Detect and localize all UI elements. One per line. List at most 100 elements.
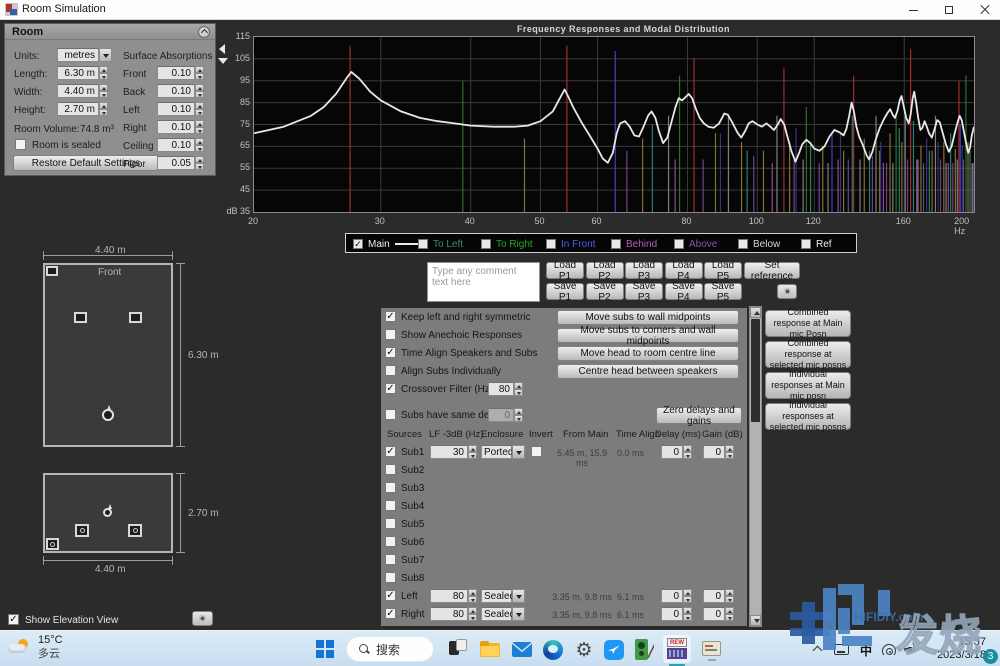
spin-up-icon[interactable] <box>683 607 692 614</box>
minimize-button[interactable] <box>896 0 930 20</box>
option-checkbox-align-subs-individually[interactable] <box>385 365 396 376</box>
source-checkbox-left[interactable]: ✓ <box>385 590 396 601</box>
tray-chevron-up-icon[interactable] <box>813 646 823 656</box>
spin-down-icon[interactable] <box>725 614 734 621</box>
spin-down-icon[interactable] <box>683 614 692 621</box>
source-checkbox-sub2[interactable] <box>385 464 396 475</box>
elevation-left-speaker-icon[interactable] <box>75 524 89 537</box>
legend-item-below[interactable]: Below <box>738 238 780 250</box>
absorption-right[interactable]: 0.10 <box>157 120 195 134</box>
units-dropdown-icon[interactable] <box>99 48 112 62</box>
frequency-response-chart[interactable] <box>253 36 975 213</box>
spin-up-icon[interactable] <box>683 589 692 596</box>
option-value[interactable]: 0 <box>488 408 514 422</box>
messenger-icon[interactable] <box>602 638 626 662</box>
response-button-2[interactable]: Individual responses at Main mic posn <box>765 372 851 399</box>
room-field-width[interactable]: 4.40 m <box>57 84 99 98</box>
legend-checkbox[interactable] <box>418 239 428 249</box>
spin-up-icon[interactable] <box>195 102 204 109</box>
source-enclosure-arrow-icon[interactable] <box>512 589 525 603</box>
spin-down-icon[interactable] <box>468 452 477 459</box>
source-delay[interactable]: 0 <box>661 445 683 459</box>
spin-down-icon[interactable] <box>99 91 108 98</box>
absorption-front-spinner[interactable] <box>195 66 204 80</box>
option-checkbox-time-align-speakers-and-subs[interactable]: ✓ <box>385 347 396 358</box>
source-checkbox-sub7[interactable] <box>385 554 396 565</box>
search-box[interactable]: 搜索 <box>346 636 434 662</box>
right-speaker-icon[interactable] <box>129 312 142 323</box>
source-enclosure-arrow-icon[interactable] <box>512 607 525 621</box>
save-preset-button[interactable]: Save P2 <box>586 283 624 300</box>
option-checkbox-keep-left-and-right-symmetric[interactable]: ✓ <box>385 311 396 322</box>
room-field-height-spinner[interactable] <box>99 102 108 116</box>
spin-up-icon[interactable] <box>99 66 108 73</box>
source-checkbox-right[interactable]: ✓ <box>385 608 396 619</box>
source-gain-spinner[interactable] <box>725 445 734 459</box>
move-button[interactable]: Centre head between speakers <box>557 364 739 379</box>
absorption-back[interactable]: 0.10 <box>157 84 195 98</box>
source-lf-spinner[interactable] <box>468 589 477 603</box>
spin-down-icon[interactable] <box>725 452 734 459</box>
legend-item-to-right[interactable]: To Right <box>481 238 533 250</box>
spin-up-icon[interactable] <box>468 589 477 596</box>
source-lf-spinner[interactable] <box>468 607 477 621</box>
comment-input[interactable] <box>427 262 540 302</box>
start-button[interactable] <box>316 640 334 658</box>
spin-down-icon[interactable] <box>683 452 692 459</box>
spin-up-icon[interactable] <box>99 84 108 91</box>
source-delay-spinner[interactable] <box>683 445 692 459</box>
source-enclosure[interactable]: Sealed <box>481 589 512 603</box>
absorption-front[interactable]: 0.10 <box>157 66 195 80</box>
save-preset-button[interactable]: Save P4 <box>665 283 703 300</box>
source-enclosure[interactable]: Ported <box>481 445 512 459</box>
legend-checkbox[interactable] <box>674 239 684 249</box>
absorption-right-spinner[interactable] <box>195 120 204 134</box>
spin-up-icon[interactable] <box>725 589 734 596</box>
legend-item-main[interactable]: ✓Main <box>353 238 425 250</box>
elevation-sub-icon[interactable] <box>46 538 59 550</box>
legend-item-above[interactable]: Above <box>674 238 717 250</box>
load-preset-button[interactable]: Load P1 <box>546 262 584 279</box>
spin-up-icon[interactable] <box>468 607 477 614</box>
sub1-icon[interactable] <box>46 266 58 276</box>
left-speaker-icon[interactable] <box>74 312 87 323</box>
response-button-0[interactable]: Combined response at Main mic Posn <box>765 310 851 337</box>
absorption-left[interactable]: 0.10 <box>157 102 195 116</box>
option-checkbox-crossover-filter-hz-[interactable]: ✓ <box>385 383 396 394</box>
source-delay[interactable]: 0 <box>661 607 683 621</box>
spin-up-icon[interactable] <box>725 445 734 452</box>
spin-up-icon[interactable] <box>99 102 108 109</box>
source-gain[interactable]: 0 <box>703 589 725 603</box>
clock[interactable]: 15:37 2023/3/18 <box>937 636 986 662</box>
option-value[interactable]: 80 <box>488 382 514 396</box>
legend-checkbox[interactable] <box>611 239 621 249</box>
room-field-length[interactable]: 6.30 m <box>57 66 99 80</box>
source-lf-spinner[interactable] <box>468 445 477 459</box>
chart-camera-icon[interactable] <box>777 284 797 299</box>
diagram-camera-icon[interactable] <box>192 611 213 626</box>
source-delay[interactable]: 0 <box>661 589 683 603</box>
source-gain-spinner[interactable] <box>725 607 734 621</box>
load-preset-button[interactable]: Load P2 <box>586 262 624 279</box>
notification-badge[interactable]: 3 <box>983 649 998 664</box>
edge-icon[interactable] <box>541 638 565 662</box>
show-elevation-checkbox[interactable]: ✓ <box>8 614 19 625</box>
legend-item-in-front[interactable]: In Front <box>546 238 595 250</box>
scroll-up-icon[interactable] <box>750 307 761 318</box>
ime-indicator[interactable]: 中 <box>860 642 872 659</box>
move-button[interactable]: Move head to room centre line <box>557 346 739 361</box>
option-checkbox-show-anechoic-responses[interactable] <box>385 329 396 340</box>
spin-up-icon[interactable] <box>683 445 692 452</box>
absorption-floor-spinner[interactable] <box>195 156 204 170</box>
response-button-1[interactable]: Combined response at selected mic posns <box>765 341 851 368</box>
spin-down-icon[interactable] <box>195 127 204 134</box>
spin-down-icon[interactable] <box>514 415 523 422</box>
maximize-button[interactable] <box>932 0 966 20</box>
source-checkbox-sub4[interactable] <box>385 500 396 511</box>
scrollbar-thumb[interactable] <box>751 319 760 422</box>
spin-down-icon[interactable] <box>725 596 734 603</box>
spin-up-icon[interactable] <box>195 138 204 145</box>
set-reference-button[interactable]: Set reference <box>744 262 800 279</box>
spin-down-icon[interactable] <box>468 596 477 603</box>
spin-down-icon[interactable] <box>195 109 204 116</box>
